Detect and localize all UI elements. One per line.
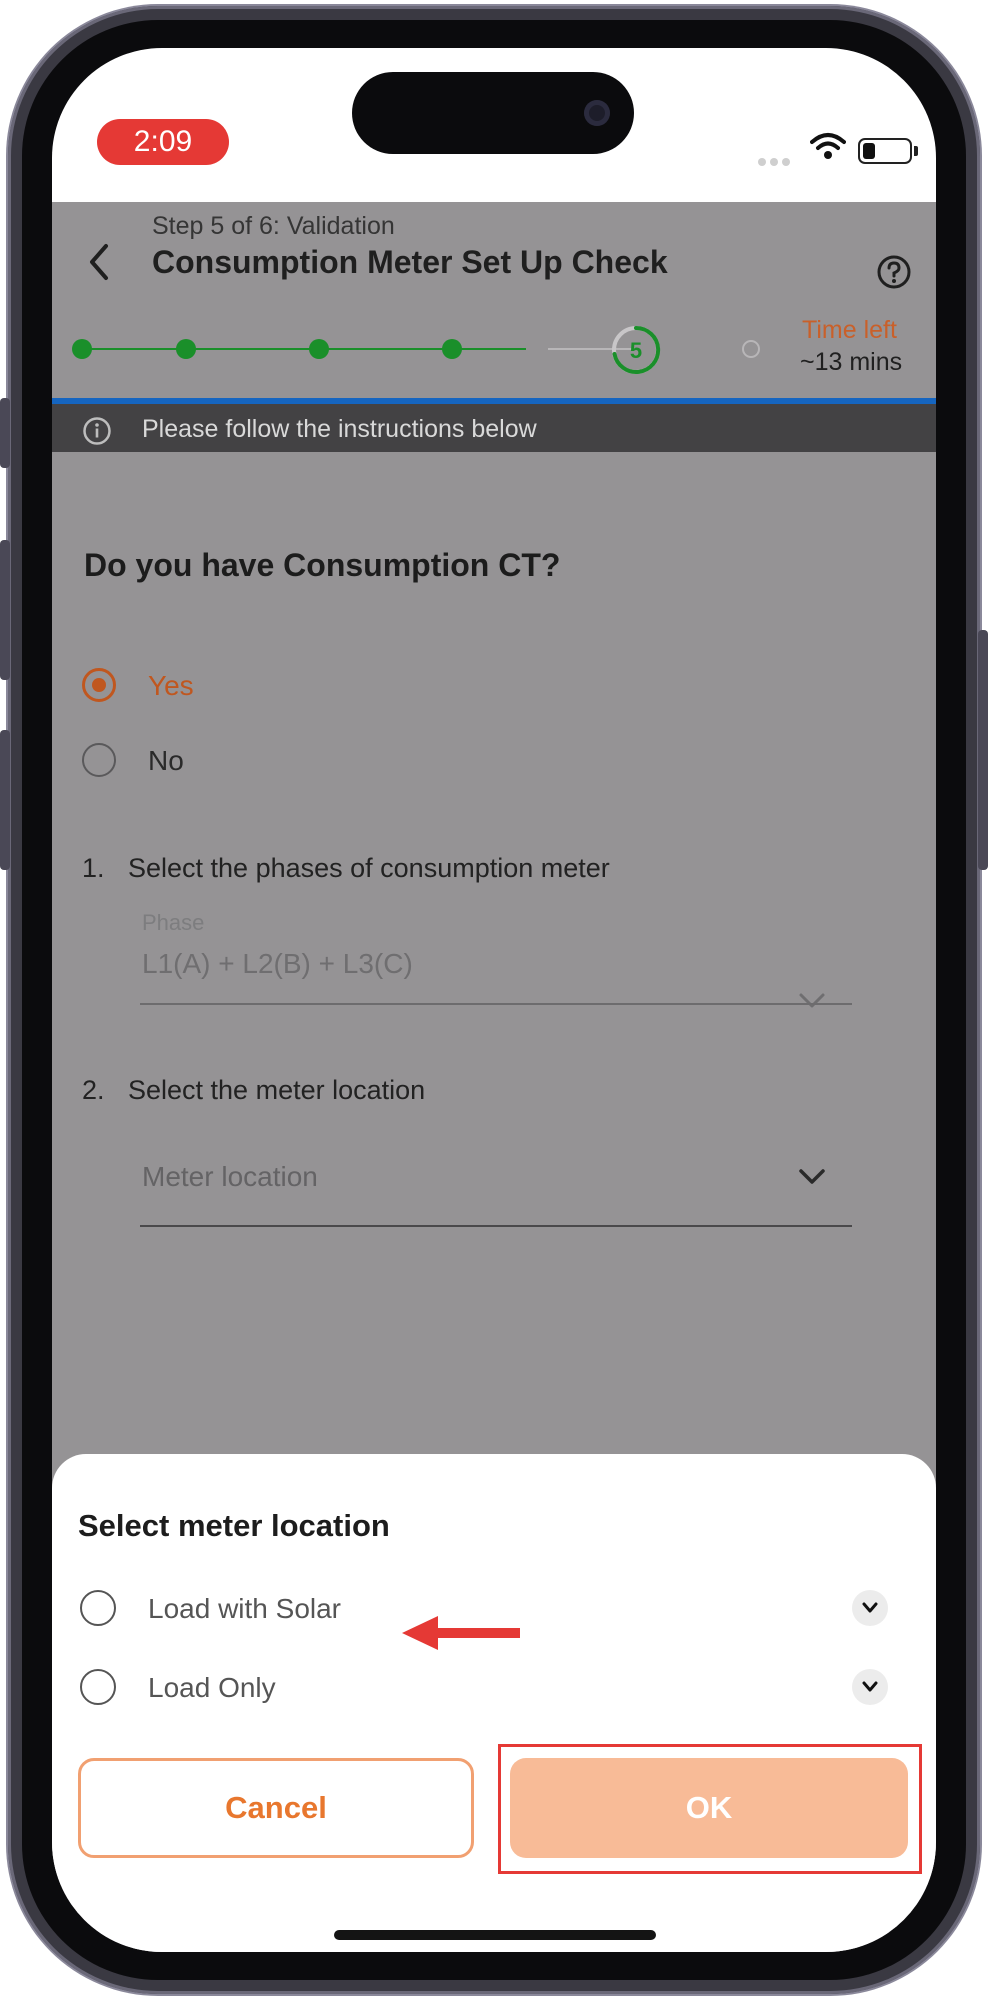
meter-location-underline bbox=[140, 1225, 852, 1227]
volume-up-button bbox=[0, 540, 10, 680]
volume-down-button bbox=[0, 730, 10, 870]
cancel-button[interactable]: Cancel bbox=[78, 1758, 474, 1858]
status-time: 2:09 bbox=[97, 119, 229, 165]
info-icon bbox=[83, 417, 111, 445]
ok-highlight-annotation bbox=[498, 1744, 922, 1874]
progress-step-1 bbox=[72, 339, 92, 359]
phase-field-label: Phase bbox=[142, 910, 205, 935]
step-2-number: 2. bbox=[82, 1075, 105, 1105]
battery-icon bbox=[858, 138, 912, 164]
signal-icon-bar bbox=[770, 158, 778, 166]
step-1-text: Select the phases of consumption meter bbox=[128, 853, 610, 883]
power-button bbox=[978, 630, 988, 870]
camera-icon bbox=[584, 100, 610, 126]
phone-screen: 2:09 Step 5 of 6: Validation Consumption… bbox=[52, 48, 936, 1952]
progress-step-3 bbox=[309, 339, 329, 359]
wifi-icon bbox=[810, 133, 846, 159]
option-load-with-solar-label[interactable]: Load with Solar bbox=[148, 1593, 341, 1625]
red-arrow-annotation bbox=[402, 1616, 520, 1650]
info-text: Please follow the instructions below bbox=[142, 415, 537, 443]
expand-load-with-solar-button[interactable] bbox=[852, 1590, 888, 1626]
chevron-down-icon bbox=[862, 1681, 878, 1692]
progress-step-6 bbox=[742, 340, 760, 358]
step-1-number: 1. bbox=[82, 853, 105, 883]
current-step-number: 5 bbox=[630, 338, 642, 363]
expand-load-only-button[interactable] bbox=[852, 1669, 888, 1705]
silent-switch bbox=[0, 398, 10, 468]
back-chevron-icon[interactable] bbox=[84, 242, 116, 282]
meter-location-field[interactable]: Meter location bbox=[142, 1161, 318, 1193]
radio-load-with-solar[interactable] bbox=[80, 1590, 116, 1626]
home-indicator[interactable] bbox=[334, 1930, 656, 1940]
progress-step-current: 5 bbox=[612, 325, 661, 374]
progress-step-4 bbox=[442, 339, 462, 359]
page-title: Consumption Meter Set Up Check bbox=[152, 244, 668, 280]
radio-load-only[interactable] bbox=[80, 1669, 116, 1705]
question-title: Do you have Consumption CT? bbox=[84, 547, 561, 583]
radio-yes-label: Yes bbox=[148, 670, 194, 701]
meter-location-chevron-icon[interactable] bbox=[798, 1168, 826, 1186]
phase-field-underline bbox=[140, 1003, 852, 1005]
battery-nub bbox=[914, 146, 918, 156]
step-label: Step 5 of 6: Validation bbox=[152, 212, 395, 240]
sheet-title: Select meter location bbox=[78, 1508, 390, 1543]
signal-icon-bar bbox=[782, 158, 790, 166]
time-left-value: ~13 mins bbox=[800, 348, 903, 376]
radio-yes[interactable] bbox=[82, 668, 116, 702]
radio-no-label: No bbox=[148, 745, 184, 776]
signal-icon bbox=[758, 158, 766, 166]
help-icon[interactable] bbox=[876, 254, 912, 290]
phase-field-value[interactable]: L1(A) + L2(B) + L3(C) bbox=[142, 948, 413, 980]
chevron-down-icon bbox=[862, 1602, 878, 1613]
time-left-label: Time left bbox=[802, 316, 897, 344]
option-load-only-label[interactable]: Load Only bbox=[148, 1672, 276, 1704]
radio-no[interactable] bbox=[82, 743, 116, 777]
step-2-text: Select the meter location bbox=[128, 1075, 426, 1105]
phase-dropdown-chevron-icon[interactable] bbox=[798, 992, 826, 1010]
progress-step-2 bbox=[176, 339, 196, 359]
